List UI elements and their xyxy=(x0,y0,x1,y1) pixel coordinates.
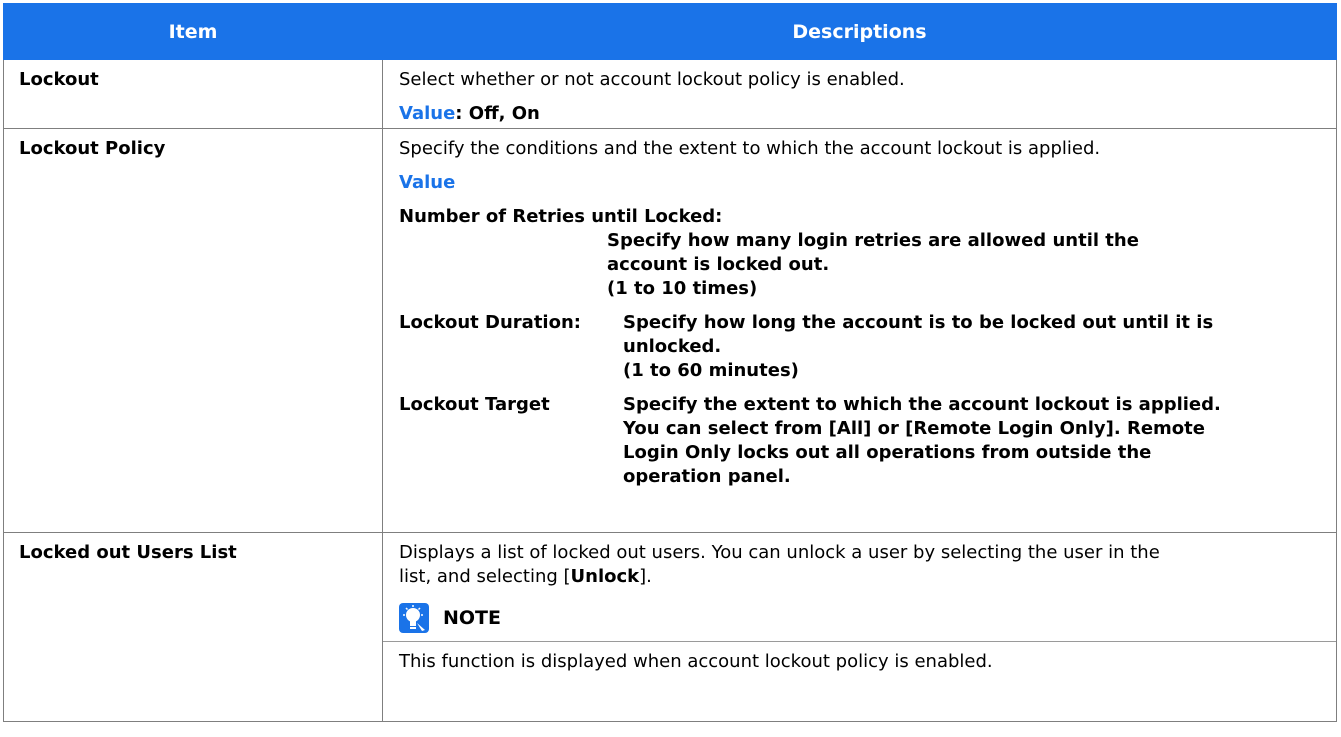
value-options: : Off, On xyxy=(455,103,540,124)
retries-label: Number of Retries until Locked: xyxy=(399,206,723,227)
target-desc-2: You can select from [All] or [Remote Log… xyxy=(623,418,1205,439)
lockout-description: Select whether or not account lockout po… xyxy=(399,69,905,90)
target-desc-3: Login Only locks out all operations from… xyxy=(623,442,1152,463)
target-label: Lockout Target xyxy=(399,394,550,415)
desc-locked-users-list: Displays a list of locked out users. You… xyxy=(382,532,1337,722)
item-lockout: Lockout xyxy=(3,59,383,129)
retries-setting: Number of Retries until Locked: Specify … xyxy=(399,205,1322,301)
table-row-lockout-policy: Lockout Policy Specify the conditions an… xyxy=(3,128,1337,533)
desc-lockout-policy: Specify the conditions and the extent to… xyxy=(382,128,1337,533)
users-list-desc-2: list, and selecting [Unlock]. xyxy=(399,565,1322,589)
retries-range: (1 to 10 times) xyxy=(607,278,758,299)
item-lockout-policy: Lockout Policy xyxy=(3,128,383,533)
duration-desc-2: unlocked. xyxy=(623,336,722,357)
unlock-keyword: Unlock xyxy=(570,566,640,587)
note-text: This function is displayed when account … xyxy=(399,651,993,672)
policy-description: Specify the conditions and the extent to… xyxy=(399,138,1101,159)
header-item: Item xyxy=(3,3,383,60)
header-descriptions: Descriptions xyxy=(382,3,1337,60)
table-row-locked-users: Locked out Users List Displays a list of… xyxy=(3,532,1337,722)
duration-desc-1: Specify how long the account is to be lo… xyxy=(623,312,1214,333)
note-divider xyxy=(383,641,1336,642)
lockout-value: Value: Off, On xyxy=(399,102,1322,126)
item-locked-users-list: Locked out Users List xyxy=(3,532,383,722)
desc-lockout: Select whether or not account lockout po… xyxy=(382,59,1337,129)
duration-setting: Lockout Duration: Specify how long the a… xyxy=(399,311,1322,383)
retries-desc-1: Specify how many login retries are allow… xyxy=(607,230,1139,251)
note-heading: NOTE xyxy=(399,603,1322,633)
value-label: Value xyxy=(399,103,456,124)
users-list-desc-2-post: ]. xyxy=(639,566,652,587)
duration-range: (1 to 60 minutes) xyxy=(623,360,799,381)
retries-desc-2: account is locked out. xyxy=(607,254,830,275)
target-desc-4: operation panel. xyxy=(623,466,791,487)
settings-table: Item Descriptions Lockout Select whether… xyxy=(3,3,1337,722)
lightbulb-note-icon xyxy=(399,603,429,633)
duration-label: Lockout Duration: xyxy=(399,312,581,333)
target-desc-1: Specify the extent to which the account … xyxy=(623,394,1221,415)
users-list-desc-1: Displays a list of locked out users. You… xyxy=(399,542,1160,563)
target-setting: Lockout Target Specify the extent to whi… xyxy=(399,393,1322,489)
users-list-desc-2-pre: list, and selecting [ xyxy=(399,566,571,587)
policy-value-label: Value xyxy=(399,172,456,193)
table-header-row: Item Descriptions xyxy=(3,3,1337,60)
note-label: NOTE xyxy=(443,607,501,629)
table-row-lockout: Lockout Select whether or not account lo… xyxy=(3,59,1337,129)
